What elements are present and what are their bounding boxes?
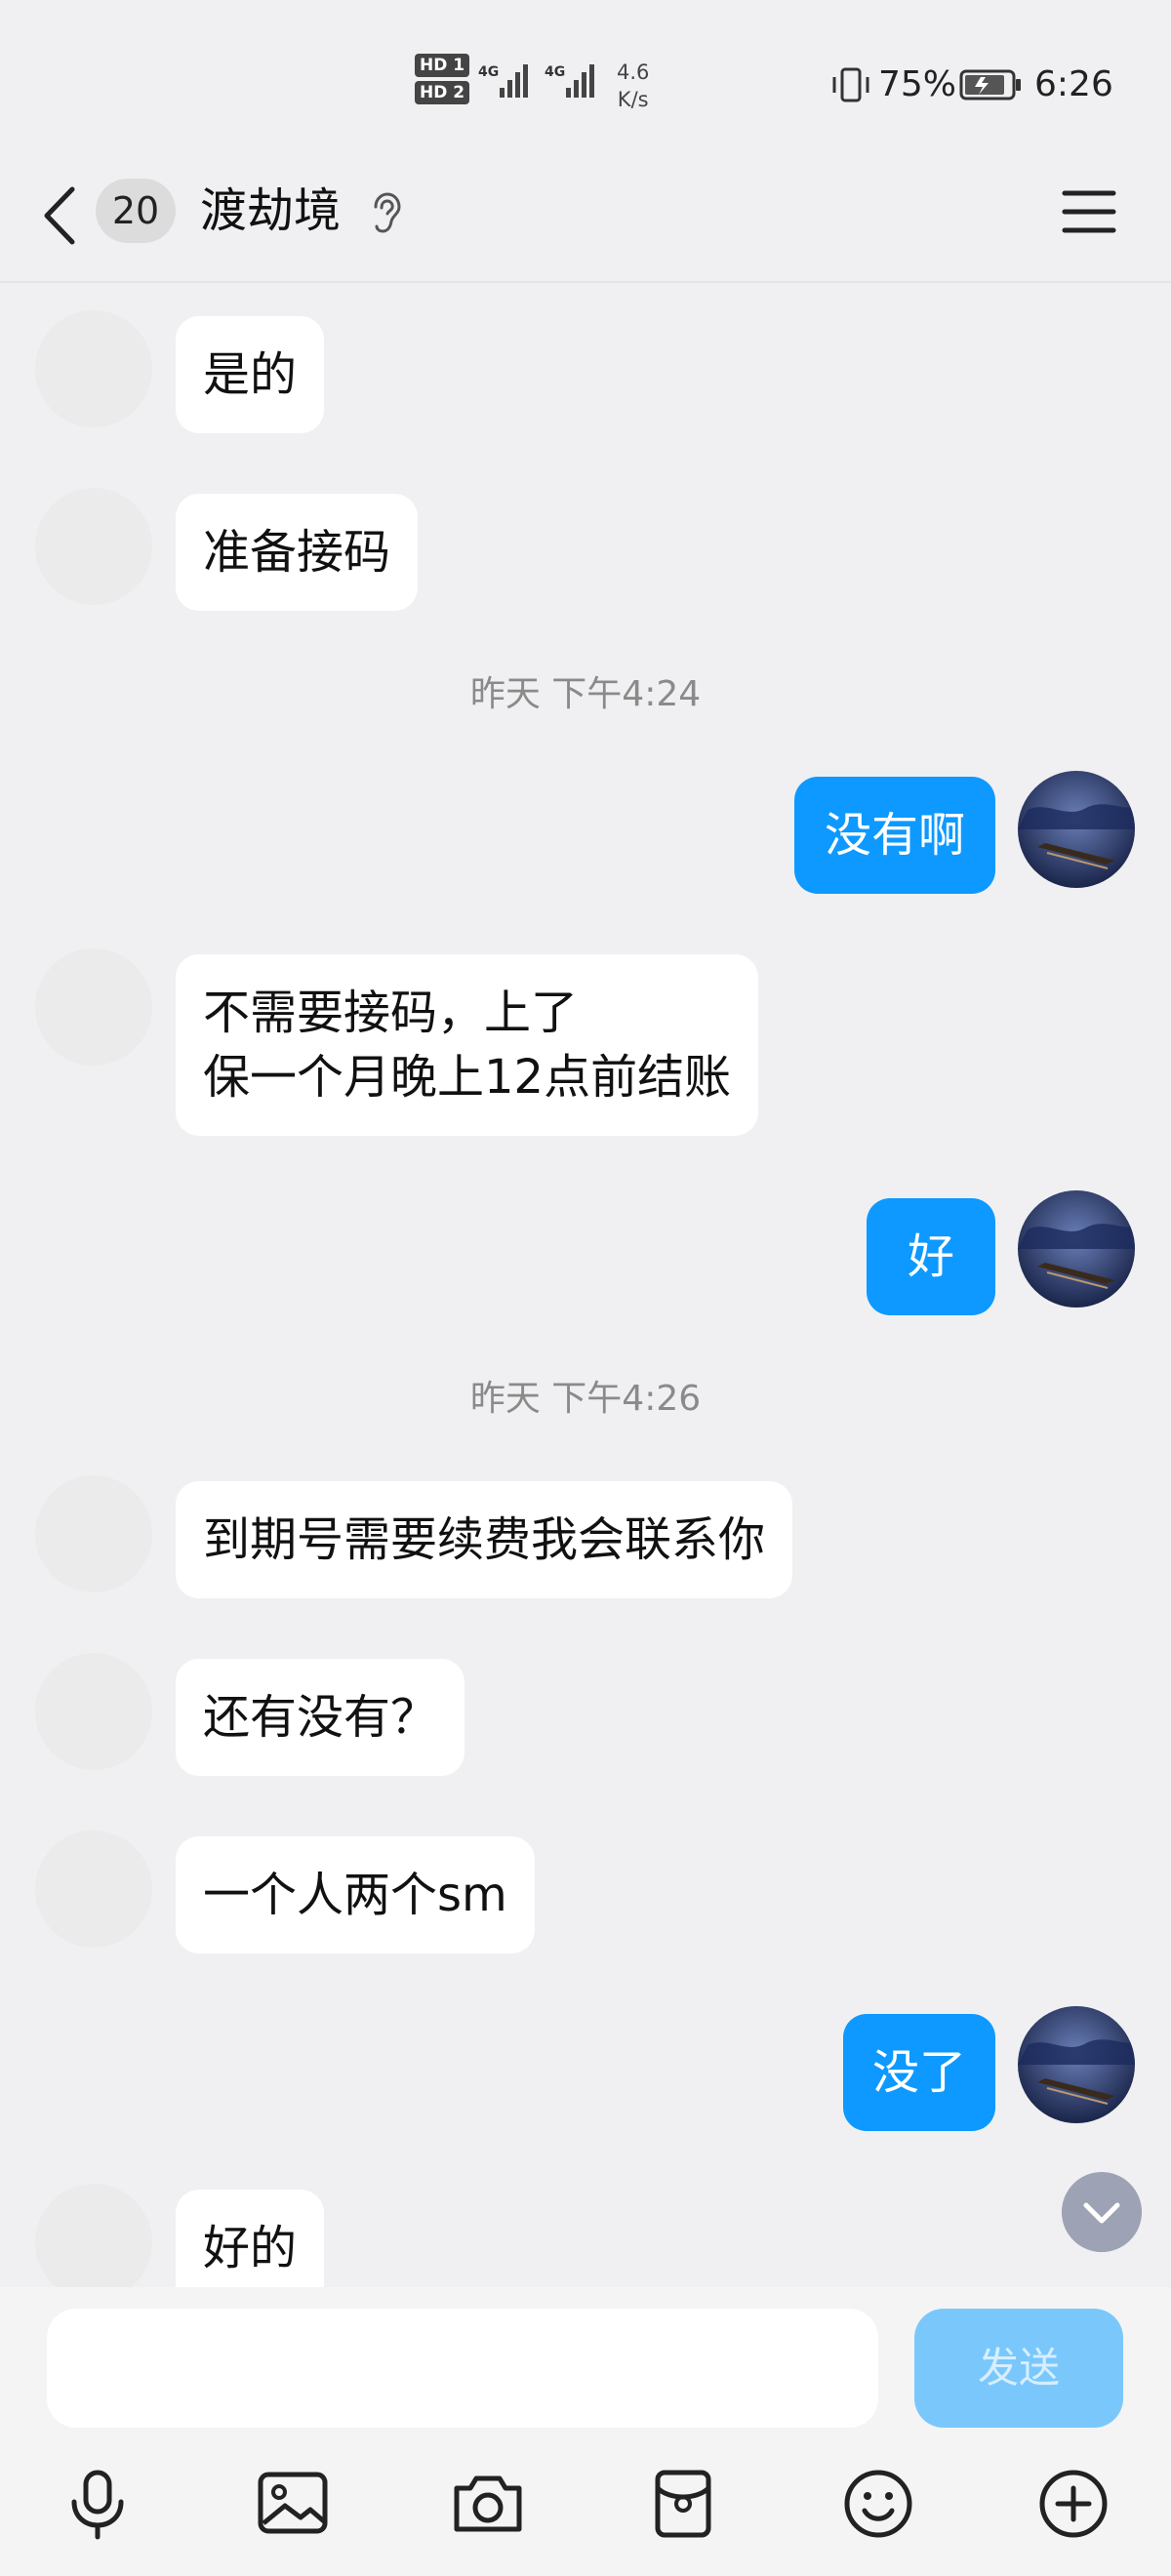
hd2-badge: HD 2 (415, 81, 470, 104)
message-bubble-incoming[interactable]: 是的 (176, 316, 325, 433)
timestamp: 昨天 下午4:26 (469, 1379, 702, 1419)
network-2-label: 4G (545, 64, 565, 80)
battery-charging-icon (959, 69, 1021, 101)
contact-avatar[interactable] (35, 310, 152, 427)
emoji-icon[interactable] (841, 2467, 915, 2541)
contact-avatar[interactable] (35, 1653, 152, 1770)
my-avatar[interactable] (1018, 771, 1135, 888)
my-avatar[interactable] (1018, 1190, 1135, 1308)
status-bar: HD 1 HD 2 4G 4G 4.6 K/s 75% 6:26 (0, 0, 1171, 166)
back-icon[interactable] (39, 183, 82, 248)
chat-title[interactable]: 渡劫境 (200, 181, 341, 240)
plus-icon[interactable] (1036, 2467, 1110, 2541)
message-bubble-incoming[interactable]: 准备接码 (176, 494, 419, 611)
speed-value: 4.6 (617, 60, 650, 84)
contact-avatar[interactable] (35, 1831, 152, 1948)
vibrate-icon (832, 67, 869, 102)
message-bubble-outgoing[interactable]: 没有啊 (794, 777, 995, 894)
send-button[interactable]: 发送 (914, 2309, 1123, 2428)
message-bubble-outgoing[interactable]: 好 (867, 1198, 995, 1315)
message-bubble-incoming[interactable]: 到期号需要续费我会联系你 (176, 1481, 793, 1598)
signal-1-icon: 4G (478, 64, 528, 98)
message-bubble-incoming[interactable]: 不需要接码，上了 保一个月晚上12点前结账 (176, 954, 759, 1136)
message-input[interactable] (47, 2309, 878, 2428)
clock: 6:26 (1034, 64, 1113, 104)
battery-percent: 75% (878, 64, 957, 104)
microphone-icon[interactable] (61, 2467, 135, 2541)
chat-header (0, 166, 1171, 283)
hamburger-menu-icon[interactable] (1059, 185, 1119, 238)
image-icon[interactable] (256, 2467, 330, 2541)
ear-icon[interactable] (369, 191, 402, 234)
signal-2-icon: 4G (545, 64, 594, 98)
unread-count-badge[interactable]: 20 (96, 179, 176, 243)
timestamp: 昨天 下午4:24 (469, 674, 702, 714)
message-bubble-incoming[interactable]: 还有没有？ (176, 1659, 465, 1776)
message-line: 不需要接码，上了 (203, 986, 579, 1040)
contact-avatar[interactable] (35, 948, 152, 1066)
speed-unit: K/s (617, 88, 649, 111)
message-bubble-incoming[interactable]: 一个人两个sm (176, 1836, 535, 1953)
contact-avatar[interactable] (35, 2184, 152, 2301)
network-1-label: 4G (478, 64, 499, 80)
my-avatar[interactable] (1018, 2006, 1135, 2123)
scroll-to-bottom-icon[interactable] (1062, 2172, 1142, 2252)
network-speed: 4.6 K/s (617, 59, 649, 113)
camera-icon[interactable] (451, 2467, 525, 2541)
message-line: 保一个月晚上12点前结账 (203, 1050, 732, 1105)
contact-avatar[interactable] (35, 1475, 152, 1592)
message-bubble-outgoing[interactable]: 没了 (843, 2014, 995, 2131)
contact-avatar[interactable] (35, 488, 152, 605)
red-packet-icon[interactable] (646, 2467, 720, 2541)
chat-screen: HD 1 HD 2 4G 4G 4.6 K/s 75% 6:26 20 渡劫境 … (0, 0, 1171, 2576)
hd-indicators: HD 1 HD 2 (415, 54, 470, 108)
hd1-badge: HD 1 (415, 54, 470, 77)
